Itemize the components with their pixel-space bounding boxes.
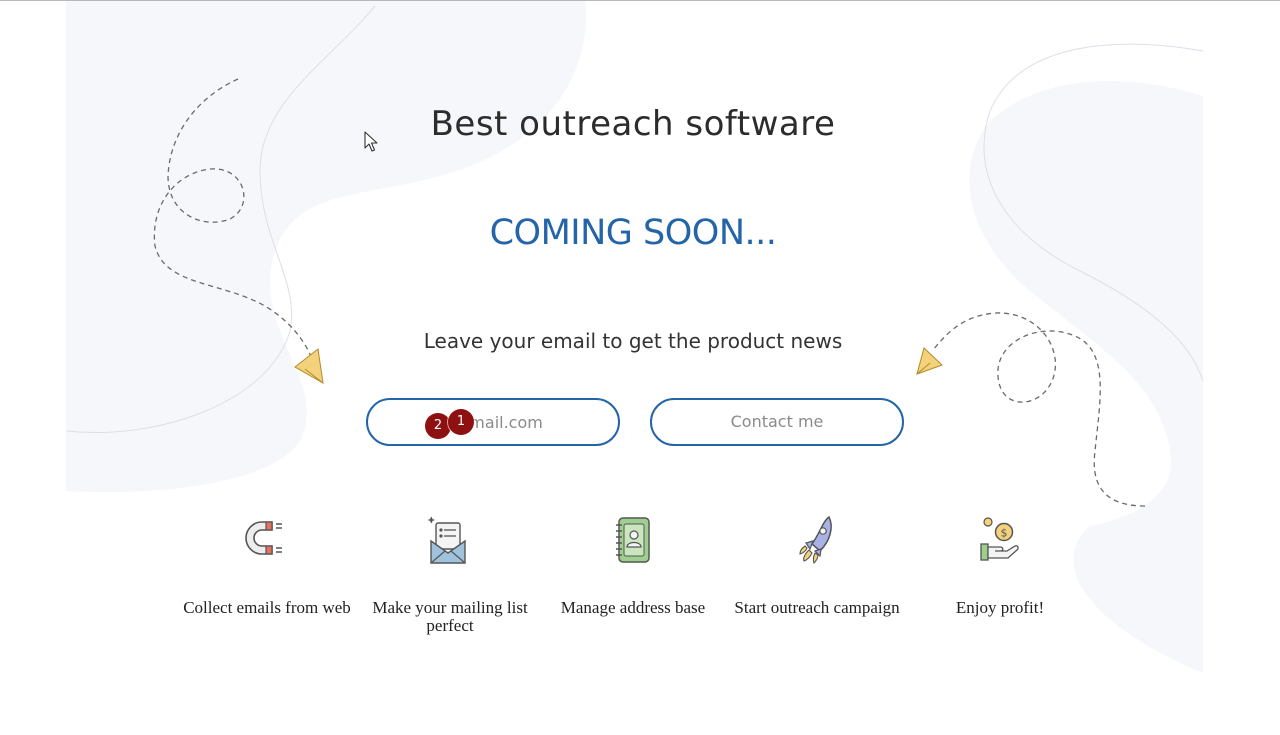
feature-collect-emails: Collect emails from web (177, 513, 357, 617)
feature-label: Start outreach campaign (734, 598, 900, 617)
mail-list-icon (427, 516, 466, 564)
feature-address-base: Manage address base (543, 513, 723, 617)
page-title: Best outreach software (430, 104, 836, 144)
contact-me-button[interactable]: Contact me (650, 398, 904, 446)
feature-label: Collect emails from web (183, 598, 351, 617)
magnet-icon (245, 521, 282, 555)
rocket-icon (799, 515, 832, 565)
address-book-icon (616, 517, 650, 563)
feature-label: Manage address base (560, 598, 706, 617)
feature-mailing-list: Make your mailing list perfect (360, 513, 540, 635)
email-field[interactable] (368, 400, 618, 444)
profit-icon: $ (980, 517, 1019, 561)
mouse-pointer-icon (364, 131, 378, 152)
annotation-badge-1: 1 (448, 409, 474, 435)
landing-page: Best outreach software COMING SOON... Le… (0, 0, 1280, 735)
email-field-wrapper (366, 398, 620, 446)
feature-outreach-campaign: Start outreach campaign (727, 513, 907, 617)
subscribe-subtitle: Leave your email to get the product news (423, 329, 843, 353)
svg-text:$: $ (1001, 527, 1008, 540)
contact-me-label: Contact me (730, 412, 824, 431)
feature-enjoy-profit: $ Enjoy profit! (910, 513, 1090, 617)
feature-label: Make your mailing list perfect (372, 598, 528, 635)
coming-soon-heading: COMING SOON... (489, 213, 777, 253)
annotation-badge-2: 2 (425, 413, 451, 439)
feature-label: Enjoy profit! (955, 598, 1045, 617)
